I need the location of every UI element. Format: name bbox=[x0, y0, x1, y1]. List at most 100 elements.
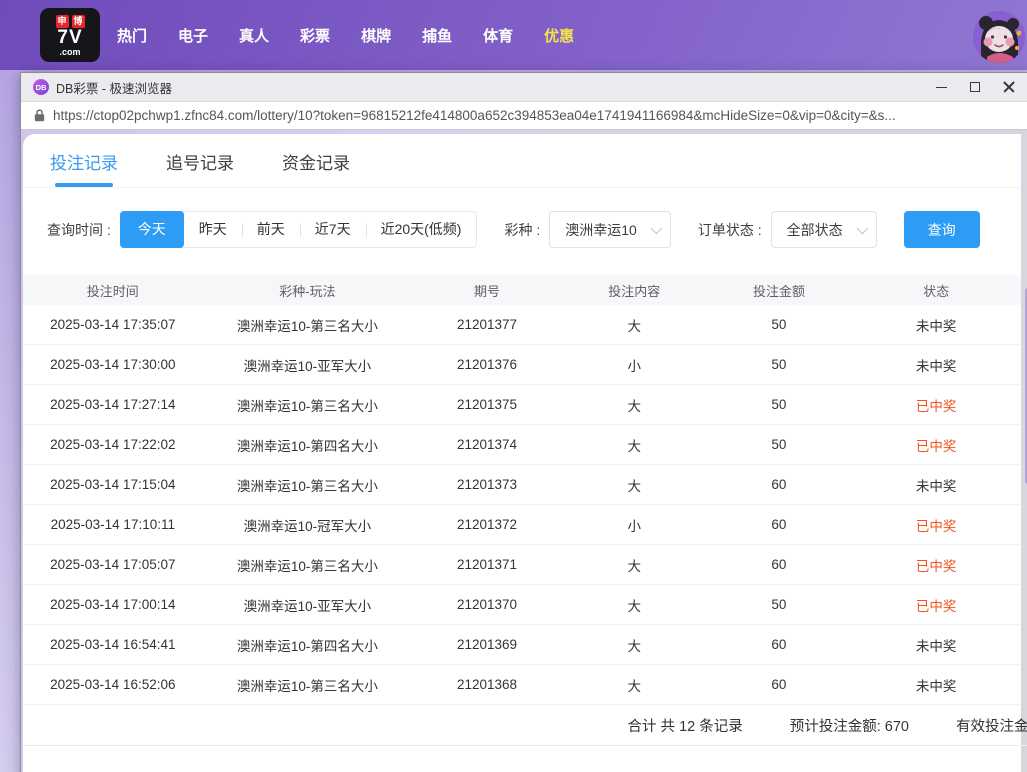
table-row[interactable]: 2025-03-14 17:05:07 澳洲幸运10-第三名大小 2120137… bbox=[23, 545, 1021, 585]
cell-issue-no: 21201374 bbox=[412, 437, 562, 452]
order-status-select[interactable]: 全部状态 bbox=[771, 211, 877, 248]
filter-bar: 查询时间 : 今天 昨天 前天 近7天 近20天(低频) 彩种 : 澳洲幸运10… bbox=[47, 211, 1021, 248]
table-row[interactable]: 2025-03-14 17:22:02 澳洲幸运10-第四名大小 2120137… bbox=[23, 425, 1021, 465]
window-titlebar[interactable]: DB DB彩票 - 极速浏览器 bbox=[21, 73, 1027, 101]
tab-bet-records[interactable]: 投注记录 bbox=[50, 149, 118, 187]
cell-status: 未中奖 bbox=[851, 355, 1021, 375]
cell-game-play: 澳洲幸运10-第三名大小 bbox=[203, 555, 413, 575]
cell-bet-amount: 60 bbox=[707, 517, 852, 532]
chevron-down-icon bbox=[651, 222, 662, 233]
cell-bet-content: 大 bbox=[562, 555, 707, 575]
user-avatar[interactable] bbox=[973, 11, 1025, 63]
nav-item-slots[interactable]: 电子 bbox=[178, 25, 208, 46]
cell-game-play: 澳洲幸运10-第四名大小 bbox=[203, 635, 413, 655]
summary-total: 合计 共 12 条记录 bbox=[628, 715, 743, 736]
cell-bet-time: 2025-03-14 17:00:14 bbox=[23, 597, 203, 612]
site-top-nav: 申 博 7V .com 热门 电子 真人 彩票 棋牌 捕鱼 体育 优惠 bbox=[0, 0, 1027, 70]
cell-issue-no: 21201371 bbox=[412, 557, 562, 572]
summary-valid: 有效投注金额 bbox=[956, 715, 1027, 736]
cell-bet-content: 大 bbox=[562, 635, 707, 655]
minimize-button[interactable] bbox=[924, 75, 958, 99]
cell-bet-time: 2025-03-14 17:05:07 bbox=[23, 557, 203, 572]
cell-game-play: 澳洲幸运10-冠军大小 bbox=[203, 515, 413, 535]
time-filter-label: 查询时间 : bbox=[47, 220, 111, 240]
cell-status: 已中奖 bbox=[851, 395, 1021, 415]
cell-bet-content: 大 bbox=[562, 595, 707, 615]
cell-game-play: 澳洲幸运10-第四名大小 bbox=[203, 435, 413, 455]
time-option-20days[interactable]: 近20天(低频) bbox=[366, 212, 477, 247]
cell-bet-time: 2025-03-14 17:10:11 bbox=[23, 517, 203, 532]
tab-fund-records[interactable]: 资金记录 bbox=[282, 149, 350, 187]
cell-status: 已中奖 bbox=[851, 555, 1021, 575]
cell-bet-time: 2025-03-14 16:54:41 bbox=[23, 637, 203, 652]
time-option-daybefore[interactable]: 前天 bbox=[242, 212, 300, 247]
cell-bet-content: 大 bbox=[562, 315, 707, 335]
cell-bet-amount: 50 bbox=[707, 397, 852, 412]
logo-name: 7V bbox=[57, 28, 82, 48]
nav-item-cards[interactable]: 棋牌 bbox=[361, 25, 391, 46]
close-button[interactable] bbox=[992, 75, 1026, 99]
cell-status: 未中奖 bbox=[851, 315, 1021, 335]
nav-item-promo[interactable]: 优惠 bbox=[544, 25, 574, 46]
cell-bet-amount: 50 bbox=[707, 597, 852, 612]
col-header-game: 彩种-玩法 bbox=[203, 281, 413, 300]
avatar-illustration bbox=[973, 11, 1025, 63]
table-row[interactable]: 2025-03-14 17:10:11 澳洲幸运10-冠军大小 21201372… bbox=[23, 505, 1021, 545]
url-text[interactable]: https://ctop02pchwp1.zfnc84.com/lottery/… bbox=[53, 108, 896, 123]
window-title: DB彩票 - 极速浏览器 bbox=[56, 78, 172, 97]
cell-bet-amount: 50 bbox=[707, 317, 852, 332]
maximize-button[interactable] bbox=[958, 75, 992, 99]
time-option-today[interactable]: 今天 bbox=[120, 211, 184, 248]
cell-game-play: 澳洲幸运10-第三名大小 bbox=[203, 475, 413, 495]
cell-bet-content: 大 bbox=[562, 675, 707, 695]
table-row[interactable]: 2025-03-14 17:00:14 澳洲幸运10-亚军大小 21201370… bbox=[23, 585, 1021, 625]
table-row[interactable]: 2025-03-14 16:54:41 澳洲幸运10-第四名大小 2120136… bbox=[23, 625, 1021, 665]
cell-bet-time: 2025-03-14 17:22:02 bbox=[23, 437, 203, 452]
time-option-7days[interactable]: 近7天 bbox=[300, 212, 366, 247]
tab-chase-records[interactable]: 追号记录 bbox=[166, 149, 234, 187]
address-bar[interactable]: https://ctop02pchwp1.zfnc84.com/lottery/… bbox=[21, 101, 1027, 130]
cell-issue-no: 21201375 bbox=[412, 397, 562, 412]
cell-bet-amount: 60 bbox=[707, 477, 852, 492]
cell-issue-no: 21201372 bbox=[412, 517, 562, 532]
bet-records-table: 投注时间 彩种-玩法 期号 投注内容 投注金额 状态 2025-03-14 17… bbox=[23, 275, 1021, 705]
records-panel: 投注记录 追号记录 资金记录 查询时间 : 今天 昨天 前天 近7天 近20天(… bbox=[23, 134, 1021, 772]
search-button[interactable]: 查询 bbox=[904, 211, 980, 248]
table-row[interactable]: 2025-03-14 17:30:00 澳洲幸运10-亚军大小 21201376… bbox=[23, 345, 1021, 385]
cell-issue-no: 21201368 bbox=[412, 677, 562, 692]
cell-bet-time: 2025-03-14 17:30:00 bbox=[23, 357, 203, 372]
time-option-yesterday[interactable]: 昨天 bbox=[184, 212, 242, 247]
site-nav-menu: 热门 电子 真人 彩票 棋牌 捕鱼 体育 优惠 bbox=[117, 25, 574, 46]
table-row[interactable]: 2025-03-14 16:52:06 澳洲幸运10-第三名大小 2120136… bbox=[23, 665, 1021, 705]
table-row[interactable]: 2025-03-14 17:35:07 澳洲幸运10-第三名大小 2120137… bbox=[23, 305, 1021, 345]
time-range-group: 今天 昨天 前天 近7天 近20天(低频) bbox=[120, 211, 478, 248]
close-icon bbox=[1003, 81, 1015, 93]
col-header-issue: 期号 bbox=[412, 281, 562, 300]
nav-item-lottery[interactable]: 彩票 bbox=[300, 25, 330, 46]
cell-bet-amount: 50 bbox=[707, 357, 852, 372]
cell-game-play: 澳洲幸运10-第三名大小 bbox=[203, 675, 413, 695]
window-favicon: DB bbox=[33, 79, 49, 95]
cell-bet-amount: 50 bbox=[707, 437, 852, 452]
table-row[interactable]: 2025-03-14 17:27:14 澳洲幸运10-第三名大小 2120137… bbox=[23, 385, 1021, 425]
cell-bet-content: 大 bbox=[562, 435, 707, 455]
cell-bet-content: 大 bbox=[562, 475, 707, 495]
nav-item-sports[interactable]: 体育 bbox=[483, 25, 513, 46]
cell-status: 未中奖 bbox=[851, 675, 1021, 695]
site-logo[interactable]: 申 博 7V .com bbox=[40, 8, 100, 62]
table-header-row: 投注时间 彩种-玩法 期号 投注内容 投注金额 状态 bbox=[23, 275, 1021, 305]
order-status-label: 订单状态 : bbox=[698, 220, 762, 240]
cell-bet-time: 2025-03-14 16:52:06 bbox=[23, 677, 203, 692]
nav-item-fishing[interactable]: 捕鱼 bbox=[422, 25, 452, 46]
nav-item-live[interactable]: 真人 bbox=[239, 25, 269, 46]
cell-bet-content: 小 bbox=[562, 355, 707, 375]
col-header-amount: 投注金额 bbox=[707, 281, 852, 300]
lottery-filter-label: 彩种 : bbox=[504, 220, 540, 240]
table-row[interactable]: 2025-03-14 17:15:04 澳洲幸运10-第三名大小 2120137… bbox=[23, 465, 1021, 505]
nav-item-hot[interactable]: 热门 bbox=[117, 25, 147, 46]
cell-game-play: 澳洲幸运10-第三名大小 bbox=[203, 395, 413, 415]
page-viewport: 投注记录 追号记录 资金记录 查询时间 : 今天 昨天 前天 近7天 近20天(… bbox=[21, 130, 1027, 772]
chevron-down-icon bbox=[856, 222, 867, 233]
minimize-icon bbox=[936, 87, 947, 88]
lottery-select[interactable]: 澳洲幸运10 bbox=[549, 211, 671, 248]
